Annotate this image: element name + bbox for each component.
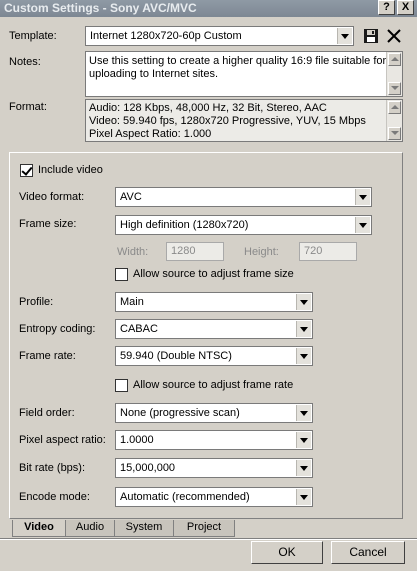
cancel-button[interactable]: Cancel <box>331 541 405 564</box>
allow-frame-rate-checkbox[interactable] <box>115 379 128 392</box>
chevron-down-icon <box>355 217 370 233</box>
frame-rate-value: 59.940 (Double NTSC) <box>120 350 232 362</box>
width-input: 1280 <box>166 242 224 261</box>
delete-icon[interactable] <box>385 27 403 45</box>
allow-frame-size-label: Allow source to adjust frame size <box>133 268 294 280</box>
video-format-value: AVC <box>120 191 142 203</box>
custom-settings-dialog: Custom Settings - Sony AVC/MVC ? X Templ… <box>0 0 417 571</box>
frame-size-label: Frame size: <box>19 218 77 230</box>
chevron-down-icon <box>296 294 311 310</box>
help-button[interactable]: ? <box>378 0 395 15</box>
scroll-down-icon[interactable] <box>388 82 401 95</box>
video-format-label: Video format: <box>19 191 85 203</box>
chevron-down-icon <box>296 489 311 505</box>
tab-project[interactable]: Project <box>173 520 235 537</box>
video-format-select[interactable]: AVC <box>115 187 372 207</box>
frame-size-value: High definition (1280x720) <box>120 219 249 231</box>
encode-mode-select[interactable]: Automatic (recommended) <box>115 487 313 507</box>
height-value: 720 <box>304 245 323 257</box>
pixel-aspect-ratio-label: Pixel aspect ratio: <box>19 434 106 446</box>
bit-rate-value: 15,000,000 <box>120 462 176 474</box>
tab-audio[interactable]: Audio <box>65 520 115 537</box>
notes-label: Notes: <box>9 56 41 68</box>
entropy-coding-label: Entropy coding: <box>19 323 96 335</box>
bit-rate-select[interactable]: 15,000,000 <box>115 458 313 478</box>
encode-mode-value: Automatic (recommended) <box>120 491 250 503</box>
title-bar[interactable]: Custom Settings - Sony AVC/MVC ? X <box>0 0 417 17</box>
template-value: Internet 1280x720-60p Custom <box>90 30 242 42</box>
separator <box>0 538 417 540</box>
ok-button[interactable]: OK <box>251 541 323 564</box>
bit-rate-label: Bit rate (bps): <box>19 462 86 474</box>
chevron-down-icon <box>355 189 370 205</box>
width-label: Width: <box>117 246 149 258</box>
width-value: 1280 <box>171 245 196 257</box>
template-select[interactable]: Internet 1280x720-60p Custom <box>85 26 354 46</box>
chevron-down-icon <box>296 460 311 476</box>
close-button[interactable]: X <box>397 0 414 15</box>
profile-value: Main <box>120 296 144 308</box>
format-scrollbar[interactable] <box>386 100 402 141</box>
scroll-up-icon[interactable] <box>388 101 401 114</box>
notes-textarea[interactable]: Use this setting to create a higher qual… <box>85 51 403 97</box>
frame-size-select[interactable]: High definition (1280x720) <box>115 215 372 235</box>
save-icon[interactable] <box>362 27 380 45</box>
format-line-2: Video: 59.940 fps, 1280x720 Progressive,… <box>89 115 366 127</box>
include-video-checkbox[interactable] <box>20 164 33 177</box>
pixel-aspect-ratio-value: 1.0000 <box>120 434 154 446</box>
template-label: Template: <box>9 30 57 42</box>
format-line-3: Pixel Aspect Ratio: 1.000 <box>89 128 212 140</box>
field-order-value: None (progressive scan) <box>120 407 240 419</box>
entropy-coding-select[interactable]: CABAC <box>115 319 313 339</box>
chevron-down-icon <box>296 348 311 364</box>
format-label: Format: <box>9 101 47 113</box>
chevron-down-icon <box>296 405 311 421</box>
window-title: Custom Settings - Sony AVC/MVC <box>4 1 197 15</box>
scroll-up-icon[interactable] <box>388 53 401 66</box>
height-label: Height: <box>244 246 279 258</box>
chevron-down-icon <box>337 28 352 44</box>
chevron-down-icon <box>296 432 311 448</box>
include-video-label: Include video <box>38 164 103 176</box>
allow-frame-size-checkbox[interactable] <box>115 268 128 281</box>
encode-mode-label: Encode mode: <box>19 491 90 503</box>
notes-line-2: uploading to Internet sites. <box>89 68 219 80</box>
allow-frame-rate-label: Allow source to adjust frame rate <box>133 379 294 391</box>
tab-system[interactable]: System <box>114 520 174 537</box>
format-line-1: Audio: 128 Kbps, 48,000 Hz, 32 Bit, Ster… <box>89 102 327 114</box>
pixel-aspect-ratio-select[interactable]: 1.0000 <box>115 430 313 450</box>
field-order-select[interactable]: None (progressive scan) <box>115 403 313 423</box>
frame-rate-select[interactable]: 59.940 (Double NTSC) <box>115 346 313 366</box>
notes-scrollbar[interactable] <box>386 52 402 96</box>
frame-rate-label: Frame rate: <box>19 350 76 362</box>
tab-video[interactable]: Video <box>12 520 66 537</box>
format-textarea: Audio: 128 Kbps, 48,000 Hz, 32 Bit, Ster… <box>85 99 403 142</box>
profile-label: Profile: <box>19 296 54 308</box>
scroll-down-icon[interactable] <box>388 127 401 140</box>
chevron-down-icon <box>296 321 311 337</box>
notes-line-1: Use this setting to create a higher qual… <box>89 55 387 67</box>
height-input: 720 <box>299 242 357 261</box>
field-order-label: Field order: <box>19 407 75 419</box>
profile-select[interactable]: Main <box>115 292 313 312</box>
entropy-coding-value: CABAC <box>120 323 158 335</box>
